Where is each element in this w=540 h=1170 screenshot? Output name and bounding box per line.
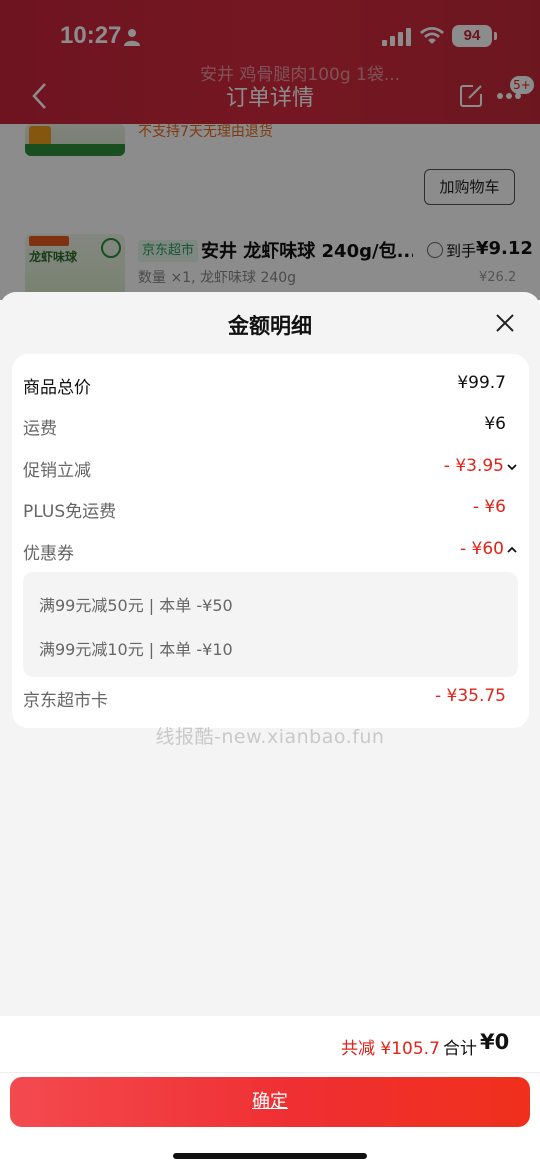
row-label: 优惠券	[23, 544, 74, 564]
footer-bar: 共减 ¥105.7 合计 ¥0 确定	[0, 1016, 540, 1170]
divider	[0, 1072, 540, 1073]
row-value: - ¥3.95	[443, 456, 504, 476]
confirm-button[interactable]: 确定	[10, 1077, 530, 1127]
amount-detail-card: 商品总价 ¥99.7 运费 ¥6 促销立减 - ¥3.95 PLUS免运费 - …	[12, 354, 529, 728]
row-value: ¥6	[484, 414, 506, 434]
total-reduction: 共减 ¥105.7	[341, 1039, 440, 1059]
row-label: PLUS免运费	[23, 502, 117, 522]
close-icon[interactable]	[494, 312, 516, 334]
home-indicator[interactable]	[173, 1153, 367, 1159]
modal-backdrop[interactable]	[0, 0, 540, 300]
list-item: 满99元减10元 | 本单 -¥10	[39, 640, 233, 659]
promotion-discount-row[interactable]: 促销立减 - ¥3.95	[23, 452, 518, 482]
row-value: - ¥6	[472, 497, 506, 517]
coupon-detail-list: 满99元减50元 | 本单 -¥50 满99元减10元 | 本单 -¥10	[23, 572, 518, 677]
row-label: 京东超市卡	[23, 691, 108, 711]
jd-supermarket-card-row: 京东超市卡 - ¥35.75	[23, 682, 518, 712]
chevron-down-icon[interactable]	[506, 462, 518, 472]
sheet-title: 金额明细	[228, 314, 312, 338]
row-value: ¥99.7	[457, 373, 506, 393]
list-item: 满99元减50元 | 本单 -¥50	[39, 596, 233, 615]
total-label: 合计	[443, 1039, 477, 1059]
goods-total-row: 商品总价 ¥99.7	[23, 369, 518, 399]
row-label: 商品总价	[23, 378, 91, 398]
row-value: - ¥60	[460, 539, 504, 559]
plus-free-shipping-row: PLUS免运费 - ¥6	[23, 493, 518, 523]
coupon-row[interactable]: 优惠券 - ¥60	[23, 535, 518, 565]
chevron-up-icon[interactable]	[506, 545, 518, 555]
row-label: 促销立减	[23, 461, 91, 481]
total-value: ¥0	[480, 1030, 510, 1054]
row-label: 运费	[23, 419, 57, 439]
shipping-fee-row: 运费 ¥6	[23, 410, 518, 440]
row-value: - ¥35.75	[434, 686, 506, 706]
watermark-text: 线报酷-new.xianbao.fun	[155, 726, 385, 748]
